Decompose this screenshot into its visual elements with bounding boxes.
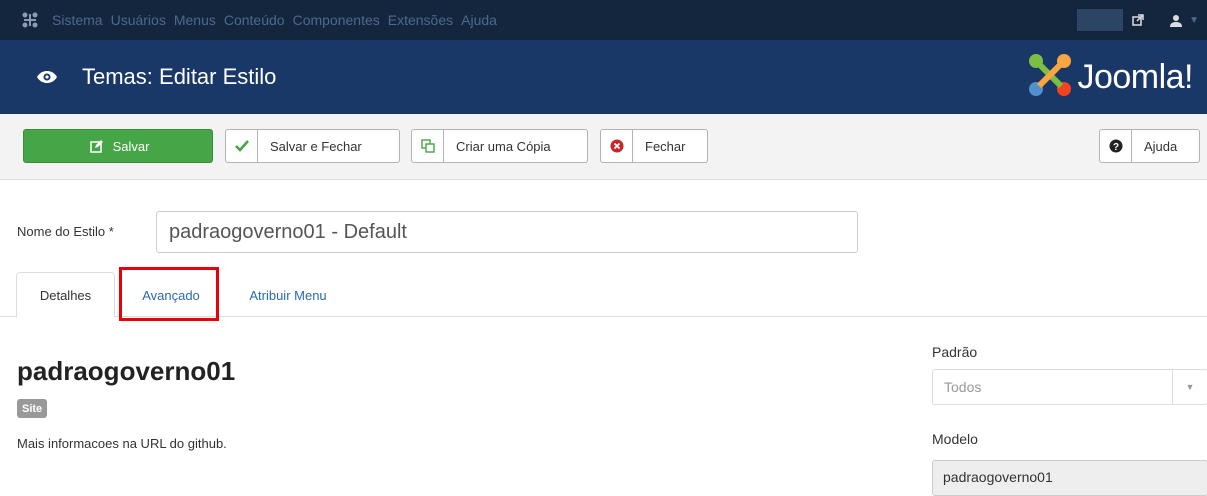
- style-name-input[interactable]: [156, 211, 858, 253]
- page-title: Temas: Editar Estilo: [82, 64, 277, 89]
- joomla-brand: Joomla!: [1027, 52, 1193, 103]
- close-button[interactable]: Fechar: [600, 129, 708, 163]
- close-label: Fechar: [645, 138, 686, 154]
- site-badge: Site: [17, 399, 48, 418]
- help-button[interactable]: ? Ajuda: [1099, 129, 1200, 163]
- template-name-heading: padraogoverno01: [17, 356, 236, 386]
- tab-atribuir-menu[interactable]: Atribuir Menu: [233, 272, 343, 318]
- template-field: padraogoverno01: [932, 460, 1207, 496]
- joomla-brand-icon: [1027, 52, 1073, 103]
- joomla-logo-icon[interactable]: [20, 10, 40, 30]
- help-label: Ajuda: [1144, 138, 1178, 154]
- eye-icon: [36, 69, 58, 85]
- chevron-down-icon[interactable]: ▼: [1189, 15, 1199, 26]
- check-icon: [226, 130, 258, 162]
- menu-menus[interactable]: Menus: [174, 12, 216, 28]
- page-header: Temas: Editar Estilo Joomla!: [0, 40, 1207, 114]
- top-menu: Sistema Usuários Menus Conteúdo Componen…: [52, 12, 505, 28]
- save-label: Salvar: [112, 138, 150, 154]
- copy-button[interactable]: Criar uma Cópia: [411, 129, 588, 163]
- svg-text:?: ?: [1112, 142, 1118, 153]
- toolbar: Salvar Salvar e Fechar Criar uma Cópia F…: [0, 114, 1207, 180]
- chevron-down-icon: ▼: [1172, 370, 1207, 404]
- template-description: Mais informacoes na URL do github.: [17, 436, 227, 451]
- copy-icon: [412, 130, 444, 162]
- tab-detalhes[interactable]: Detalhes: [16, 272, 115, 318]
- save-close-button[interactable]: Salvar e Fechar: [225, 129, 400, 163]
- style-name-label: Nome do Estilo *: [17, 224, 114, 239]
- default-select-value: Todos: [944, 379, 982, 395]
- save-close-label: Salvar e Fechar: [270, 138, 362, 154]
- menu-usuarios[interactable]: Usuários: [111, 12, 166, 28]
- template-label: Modelo: [932, 431, 978, 447]
- site-name-link[interactable]: [1077, 9, 1124, 31]
- external-link-icon[interactable]: [1131, 13, 1145, 27]
- menu-extensoes[interactable]: Extensões: [388, 12, 453, 28]
- default-select[interactable]: Todos ▼: [932, 369, 1207, 405]
- menu-componentes[interactable]: Componentes: [293, 12, 380, 28]
- copy-label: Criar uma Cópia: [456, 138, 551, 154]
- menu-conteudo[interactable]: Conteúdo: [224, 12, 285, 28]
- default-label: Padrão: [932, 344, 978, 360]
- menu-sistema[interactable]: Sistema: [52, 12, 103, 28]
- user-icon[interactable]: [1169, 13, 1183, 27]
- save-button[interactable]: Salvar: [23, 129, 213, 163]
- help-icon: ?: [1100, 130, 1132, 162]
- menu-ajuda[interactable]: Ajuda: [461, 12, 497, 28]
- top-right-controls: ▼: [1077, 0, 1207, 40]
- edit-icon: [87, 130, 107, 162]
- highlight-box: [119, 267, 219, 321]
- close-icon: [601, 130, 633, 162]
- top-navbar: Sistema Usuários Menus Conteúdo Componen…: [0, 0, 1207, 40]
- joomla-brand-text: Joomla!: [1077, 58, 1193, 96]
